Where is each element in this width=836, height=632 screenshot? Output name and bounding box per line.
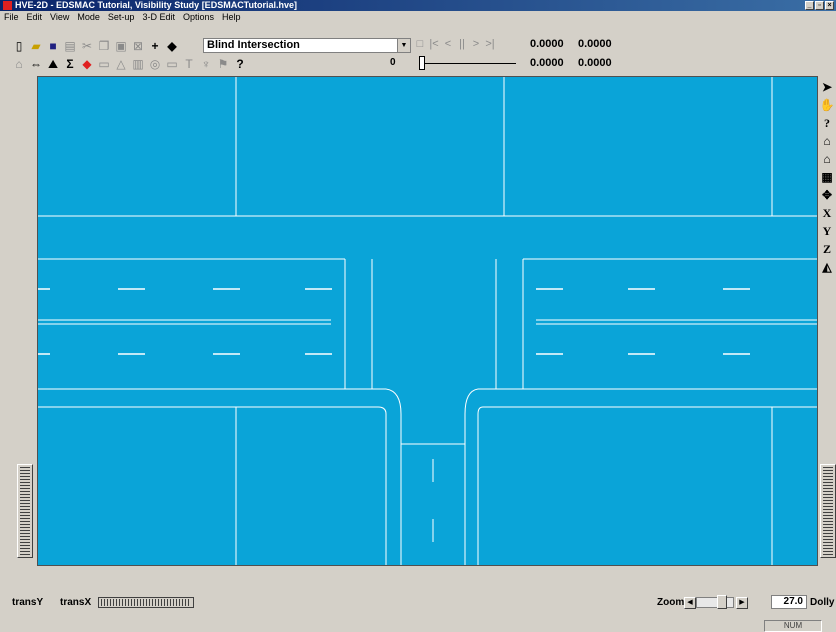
hand-icon[interactable]: ✋	[818, 96, 836, 114]
x-axis-button[interactable]: X	[818, 204, 836, 222]
collision-icon[interactable]: ◆	[80, 57, 94, 71]
perspective-icon[interactable]: ◭	[818, 258, 836, 276]
frame-number: 0	[390, 57, 396, 68]
transY-scroll[interactable]	[17, 464, 33, 558]
menu-mode[interactable]: Mode	[73, 11, 104, 23]
pause-icon[interactable]: ||	[455, 38, 469, 50]
playback-controls: □ |< < || > >|	[413, 38, 497, 50]
zoom-value[interactable]: 27.0	[771, 595, 807, 609]
pin-icon[interactable]: ♆	[199, 57, 213, 71]
stop-icon[interactable]: □	[413, 38, 427, 50]
y-axis-button[interactable]: Y	[818, 222, 836, 240]
scenario-dropdown[interactable]: Blind Intersection ▼	[203, 38, 411, 53]
sigma-icon[interactable]: Σ	[63, 57, 77, 71]
zoom-label: Zoom	[657, 597, 685, 608]
copy-icon[interactable]: ❐	[97, 39, 111, 53]
main-toolbar: ▯ ▰ ■ ▤ ✂ ❐ ▣ ⊠ + ◆	[12, 37, 182, 55]
num-lock-indicator: NUM	[764, 620, 822, 632]
transX-label: transX	[60, 597, 92, 608]
coord-y1: 0.0000	[578, 38, 612, 50]
next-frame-icon[interactable]: >	[469, 38, 483, 50]
delete-icon[interactable]: ⊠	[131, 39, 145, 53]
corner-curve	[385, 388, 402, 415]
new-file-icon[interactable]: ▯	[12, 39, 26, 53]
menu-options[interactable]: Options	[179, 11, 218, 23]
menu-view[interactable]: View	[46, 11, 73, 23]
print-icon[interactable]: ▤	[63, 39, 77, 53]
road-diagram	[38, 77, 817, 565]
dropdown-arrow-icon[interactable]: ▼	[397, 39, 410, 52]
view-toolbar: ➤ ✋ ? ⌂ ⌂ ▦ ✥ X Y Z ◭	[818, 78, 836, 276]
minimize-button[interactable]: _	[805, 1, 814, 10]
barrel-icon[interactable]: ▥	[131, 57, 145, 71]
terrain-icon[interactable]: ⛰	[46, 57, 60, 71]
z-axis-button[interactable]: Z	[818, 240, 836, 258]
box-icon[interactable]: ▭	[165, 57, 179, 71]
view-icon[interactable]: ▦	[818, 168, 836, 186]
intersection-viewport[interactable]	[37, 76, 818, 566]
triangle-icon[interactable]: △	[114, 57, 128, 71]
menu-file[interactable]: File	[0, 11, 23, 23]
zoom-left-button[interactable]: ◀	[684, 597, 696, 609]
help-icon[interactable]: ?	[818, 114, 836, 132]
question-icon[interactable]: ?	[233, 57, 247, 71]
app-icon	[3, 1, 12, 10]
flag-icon[interactable]: ⚑	[216, 57, 230, 71]
menu-3d-edit[interactable]: 3-D Edit	[138, 11, 179, 23]
house-icon[interactable]: ⌂	[818, 150, 836, 168]
curb-line	[477, 406, 484, 565]
curb-line	[377, 406, 387, 565]
vehicle-icon[interactable]: ⌂	[12, 57, 26, 71]
text-icon[interactable]: T	[182, 57, 196, 71]
coord-x1: 0.0000	[530, 38, 564, 50]
last-frame-icon[interactable]: >|	[483, 38, 497, 50]
transX-scroll[interactable]	[98, 597, 194, 608]
frame-slider-track[interactable]	[419, 63, 516, 64]
menu-setup[interactable]: Set-up	[104, 11, 139, 23]
coord-x2: 0.0000	[530, 57, 564, 69]
add-object-icon[interactable]: +	[148, 39, 162, 53]
menu-help[interactable]: Help	[218, 11, 245, 23]
cylinder-icon[interactable]: ◎	[148, 57, 162, 71]
transY-label: transY	[12, 597, 44, 608]
report-icon[interactable]: ▭	[97, 57, 111, 71]
zoom-thumb[interactable]	[717, 595, 727, 609]
corner-curve	[464, 388, 479, 415]
zoom-track[interactable]	[696, 597, 734, 608]
dolly-scroll[interactable]	[820, 464, 836, 558]
arrow-icon[interactable]: ➤	[818, 78, 836, 96]
save-icon[interactable]: ■	[46, 39, 60, 53]
home-icon[interactable]: ⌂	[818, 132, 836, 150]
car-icon[interactable]: ⇔	[29, 57, 43, 71]
paste-icon[interactable]: ▣	[114, 39, 128, 53]
menu-bar: File Edit View Mode Set-up 3-D Edit Opti…	[0, 11, 836, 23]
cut-icon[interactable]: ✂	[80, 39, 94, 53]
scenario-value: Blind Intersection	[207, 39, 300, 51]
prev-frame-icon[interactable]: <	[441, 38, 455, 50]
window-title: HVE-2D - EDSMAC Tutorial, Visibility Stu…	[15, 0, 298, 10]
first-frame-icon[interactable]: |<	[427, 38, 441, 50]
frame-slider-thumb[interactable]	[419, 56, 425, 70]
menu-edit[interactable]: Edit	[23, 11, 47, 23]
dolly-label: Dolly	[810, 597, 835, 608]
coord-y2: 0.0000	[578, 57, 612, 69]
event-icon[interactable]: ◆	[165, 39, 179, 53]
open-folder-icon[interactable]: ▰	[29, 39, 43, 53]
zoom-right-button[interactable]: ▶	[736, 597, 748, 609]
maximize-button[interactable]: ▫	[815, 1, 824, 10]
rotate-icon[interactable]: ✥	[818, 186, 836, 204]
title-bar: HVE-2D - EDSMAC Tutorial, Visibility Stu…	[0, 0, 836, 11]
close-button[interactable]: ×	[825, 1, 834, 10]
secondary-toolbar: ⌂ ⇔ ⛰ Σ ◆ ▭ △ ▥ ◎ ▭ T ♆ ⚑ ?	[12, 56, 250, 72]
